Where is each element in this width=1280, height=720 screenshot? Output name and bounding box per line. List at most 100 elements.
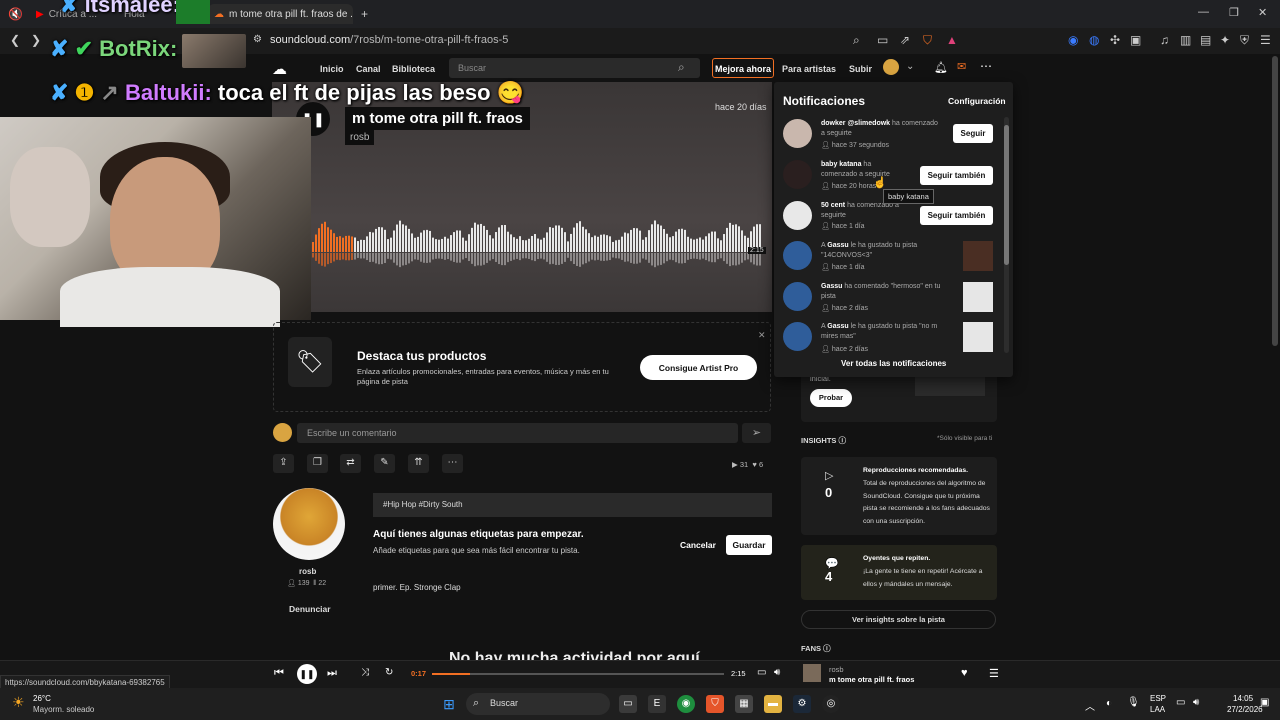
follow-back-button[interactable]: Seguir también [920, 206, 993, 225]
nav-home[interactable]: Inicio [320, 64, 344, 74]
back-icon[interactable]: ❮ [10, 33, 20, 47]
upgrade-button[interactable]: Mejora ahora [712, 58, 774, 78]
nav-feed[interactable]: Canal [356, 64, 381, 74]
clock-time[interactable]: 14:05 [1233, 694, 1253, 703]
search-input[interactable]: Buscar [449, 58, 700, 78]
close-window-icon[interactable]: ✕ [1258, 6, 1267, 19]
tags-input[interactable]: #Hip Hop #Dirty South [373, 493, 772, 517]
notification-center-icon[interactable]: ▣ [1260, 697, 1269, 708]
wallet-icon[interactable]: ▤ [1200, 33, 1211, 47]
notification-item[interactable]: A Gassu le ha gustado tu pista "14CONVOS… [783, 241, 998, 281]
page-scrollbar[interactable] [1272, 56, 1278, 346]
heart-icon[interactable]: ♥ [961, 667, 968, 679]
track-thumbnail[interactable] [963, 322, 993, 352]
notification-item[interactable]: dowker @slimedowk ha comenzado a seguirt… [783, 119, 998, 159]
music-icon[interactable]: ♫ [1160, 33, 1169, 47]
try-button[interactable]: Probar [810, 389, 852, 407]
repeat-icon[interactable]: ↻ [385, 667, 393, 678]
comment-input[interactable]: Escribe un comentario [297, 423, 738, 443]
chrome-icon[interactable]: ◉ [677, 695, 695, 713]
next-icon[interactable]: ⏭ [327, 667, 337, 680]
weather-temp[interactable]: 26°C [33, 694, 51, 703]
shuffle-icon[interactable]: ⤨ [361, 667, 369, 678]
weather-icon[interactable]: ☀ [12, 694, 25, 711]
extensions-icon[interactable]: ✣ [1110, 33, 1120, 47]
scrollbar-thumb[interactable] [1004, 125, 1009, 265]
previous-icon[interactable]: ⏮ [274, 667, 284, 680]
more-icon[interactable]: ⋯ [980, 59, 992, 73]
network-icon[interactable]: ▭ [1176, 697, 1185, 708]
notification-user[interactable]: dowker @slimedowk [821, 120, 890, 127]
leo-icon[interactable]: ✦ [1220, 33, 1230, 47]
reader-icon[interactable]: ▥ [1180, 33, 1191, 47]
store-icon[interactable]: ▦ [735, 695, 753, 713]
next-up-button[interactable]: ⇈ [408, 454, 429, 473]
view-insights-button[interactable]: Ver insights sobre la pista [801, 610, 996, 629]
weather-desc[interactable]: Mayorm. soleado [33, 705, 94, 714]
notification-item[interactable]: A Gassu le ha gustado tu pista "no m mir… [783, 322, 998, 362]
share-icon[interactable]: ⇗ [900, 33, 910, 47]
avatar[interactable] [783, 282, 812, 311]
player-thumbnail[interactable] [803, 664, 821, 682]
track-artist[interactable]: rosb [345, 130, 375, 145]
url-field[interactable]: soundcloud.com/7rosb/m-tome-otra-pill-ft… [270, 34, 508, 46]
info-icon[interactable]: ⓘ [823, 644, 831, 653]
progress-bar[interactable] [432, 673, 724, 675]
artist-pro-button[interactable]: Consigue Artist Pro [640, 355, 757, 380]
volume-icon[interactable]: 🔊︎ [1193, 697, 1199, 708]
avatar[interactable] [783, 322, 812, 351]
chevron-down-icon[interactable]: ⌄ [906, 61, 914, 72]
send-icon[interactable]: ➢ [742, 423, 771, 443]
file-explorer-icon[interactable]: ▬ [764, 695, 782, 713]
language-indicator[interactable]: ESP [1150, 694, 1166, 703]
discord-icon[interactable]: ◐ [1106, 698, 1112, 709]
artist-name[interactable]: rosb [299, 567, 316, 576]
notification-user[interactable]: Gassu [827, 242, 848, 249]
nav-for-artists[interactable]: Para artistas [782, 64, 836, 74]
maximize-icon[interactable]: ❐ [1229, 6, 1239, 19]
brave-shield-icon[interactable]: ⛉ [923, 33, 932, 48]
close-icon[interactable]: ✕ [758, 330, 766, 341]
queue-icon[interactable]: ☰ [989, 667, 999, 680]
epic-games-icon[interactable]: E [648, 695, 666, 713]
waveform[interactable] [312, 212, 762, 272]
messages-icon[interactable]: ✉ [957, 60, 966, 73]
notification-item[interactable]: 50 cent ha comenzado a seguirte 👤︎ hace … [783, 201, 998, 241]
copy-link-button[interactable]: ❐ [307, 454, 328, 473]
task-view-icon[interactable]: ▭ [619, 695, 637, 713]
pause-icon[interactable]: ❚❚ [297, 664, 317, 684]
cast-icon[interactable]: ▭ [877, 33, 888, 47]
minimize-icon[interactable]: — [1198, 6, 1209, 18]
start-icon[interactable]: ⊞ [440, 695, 458, 713]
menu-icon[interactable]: ☰ [1260, 33, 1271, 47]
more-button[interactable]: ⋯ [442, 454, 463, 473]
brave-icon[interactable]: ⛉ [706, 695, 724, 713]
mic-icon[interactable]: 🎙︎ [1127, 697, 1140, 708]
avatar[interactable] [783, 201, 812, 230]
view-all-notifications-link[interactable]: Ver todas las notificaciones [841, 359, 946, 368]
track-thumbnail[interactable] [963, 241, 993, 271]
track-thumbnail[interactable] [963, 282, 993, 312]
notifications-settings-link[interactable]: Configuración [948, 96, 1006, 106]
soundcloud-logo-icon[interactable]: ☁ [272, 60, 287, 78]
info-icon[interactable]: ⓘ [839, 436, 847, 445]
notification-user[interactable]: baby katana [821, 161, 861, 168]
avatar[interactable] [783, 241, 812, 270]
save-button[interactable]: Guardar [726, 535, 772, 555]
cast-icon[interactable]: ▭ [757, 667, 766, 678]
share-button[interactable]: ⇪ [273, 454, 294, 473]
tab-3-active[interactable]: ☁m tome otra pill ft. fraos de ...✕ [208, 4, 353, 24]
notification-user[interactable]: Gassu [821, 283, 842, 290]
extension-icon[interactable]: ◍ [1089, 33, 1099, 47]
bell-icon[interactable]: 🔔︎ [934, 61, 948, 74]
tray-chevron-icon[interactable]: ︿ [1085, 698, 1095, 713]
search-icon[interactable]: ⌕ [678, 60, 685, 75]
mute-icon[interactable]: 🔇 [8, 7, 23, 21]
avatar[interactable] [783, 160, 812, 189]
nav-library[interactable]: Biblioteca [392, 64, 435, 74]
notification-user[interactable]: 50 cent [821, 202, 845, 209]
zoom-icon[interactable]: ⌕ [853, 33, 860, 48]
forward-icon[interactable]: ❯ [31, 33, 41, 47]
brave-rewards-icon[interactable]: ▲ [946, 33, 958, 47]
follow-button[interactable]: Seguir [953, 124, 993, 143]
